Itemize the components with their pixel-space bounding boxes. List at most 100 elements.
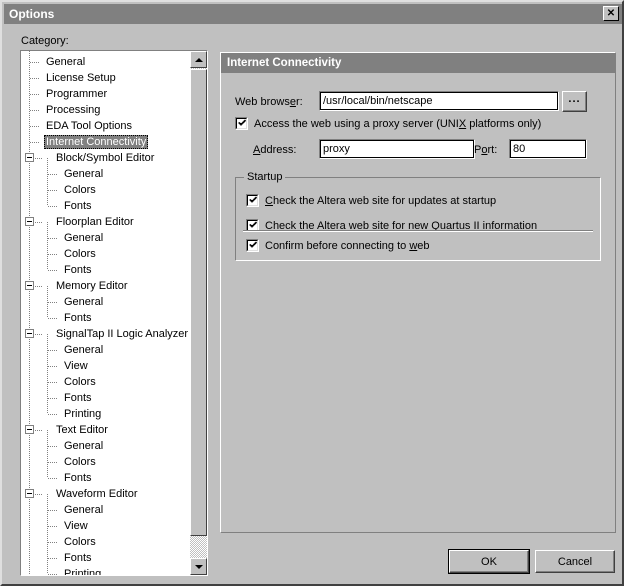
tree-connector-line [47,254,48,270]
tree-connector-line [48,350,58,351]
tree-item-processing[interactable]: Processing [21,102,191,118]
tree-connector-line [47,494,48,510]
cancel-button-label: Cancel [557,555,593,568]
tree-collapse-icon[interactable] [25,425,34,434]
tree-connector-line [30,78,40,79]
tree-connector-line [35,494,43,495]
tree-connector-line [30,62,40,63]
startup-separator [243,230,593,232]
proxy-address-input[interactable]: proxy [319,139,475,159]
tree-connector-line [47,222,48,238]
proxy-checkbox[interactable]: Access the web using a proxy server (UNI… [235,117,541,130]
tree-item-label: Fonts [64,472,92,484]
category-tree[interactable]: General License Setup Programmer Processing… [20,50,208,576]
tree-item-label: Printing [64,408,102,420]
tree-item-label: Internet Connectivity [44,135,149,149]
checkmark-icon [238,119,246,126]
tree-connector-line [48,446,58,447]
tree-connector-line [47,366,48,382]
tree-item-label: Colors [64,376,96,388]
tree-item-label: General [64,440,104,452]
category-tree-items: General License Setup Programmer Processing… [21,51,191,576]
tree-connector-line [48,302,58,303]
tree-item-printing[interactable]: Printing [21,558,191,576]
browse-button[interactable]: ... [562,91,587,112]
tree-connector-line [47,158,48,174]
scroll-up-arrow-icon[interactable] [190,51,207,68]
web-browser-label: Web browser: [235,96,303,108]
tree-collapse-icon[interactable] [25,329,34,338]
tree-scrollbar[interactable] [190,51,207,575]
checkmark-icon [249,196,257,203]
tree-item-label: Colors [64,456,96,468]
window-title: Options [9,7,55,21]
tree-item-label: EDA Tool Options [46,120,133,132]
ok-button[interactable]: OK [448,549,530,574]
web-browser-input[interactable]: /usr/local/bin/netscape [319,91,559,111]
startup-confirm-connect-label: Confirm before connecting to web [265,239,430,252]
tree-connector-line [48,190,58,191]
close-glyph: ✕ [606,7,616,19]
tree-collapse-icon[interactable] [25,489,34,498]
tree-scrollbar-thumb[interactable] [190,69,207,536]
tree-item-fonts[interactable]: Fonts [21,190,191,214]
tree-item-programmer[interactable]: Programmer [21,86,191,102]
checkbox-box-confirm-connect [246,239,259,252]
checkbox-box-proxy [235,117,248,130]
tree-item-label: Programmer [46,88,108,100]
tree-connector-line [48,254,58,255]
tree-connector-line [48,382,58,383]
startup-group-legend: Startup [244,171,286,183]
title-bar: Options ✕ [4,4,622,24]
tree-connector-line [35,430,43,431]
tree-connector-line [47,398,48,414]
tree-item-label: General [64,344,104,356]
tree-item-fonts[interactable]: Fonts [21,254,191,278]
cancel-button[interactable]: Cancel [535,550,615,573]
tree-item-label: Fonts [64,312,92,324]
arrow-down-glyph [194,564,203,569]
tree-connector-line [48,526,58,527]
tree-connector-line [35,286,43,287]
tree-item-label: Block/Symbol Editor [56,152,155,164]
arrow-up-glyph [194,57,203,62]
tree-connector-line [48,558,58,559]
tree-collapse-icon[interactable] [25,281,34,290]
tree-item-general[interactable]: General [21,54,191,70]
tree-connector-line [35,334,43,335]
tree-item-fonts[interactable]: Fonts [21,302,191,326]
checkmark-icon [249,241,257,248]
tree-item-fonts[interactable]: Fonts [21,462,191,486]
proxy-port-input[interactable]: 80 [509,139,587,159]
tree-item-label: SignalTap II Logic Analyzer [56,328,189,340]
category-label: Category: [21,35,69,47]
tree-item-label: Fonts [64,264,92,276]
tree-connector-line [47,382,48,398]
tree-item-printing[interactable]: Printing [21,398,191,422]
tree-connector-line [48,462,58,463]
tree-connector-line [48,318,58,319]
tree-item-label: General [46,56,86,68]
scroll-down-arrow-icon[interactable] [190,558,207,575]
tree-item-label: Text Editor [56,424,108,436]
settings-panel: Internet Connectivity Web browser: /usr/… [220,52,616,533]
panel-header: Internet Connectivity [221,53,615,73]
tree-collapse-icon[interactable] [25,153,34,162]
tree-connector-line [47,174,48,190]
close-icon[interactable]: ✕ [603,6,619,21]
startup-check-updates-checkbox[interactable]: Check the Altera web site for updates at… [246,194,496,207]
tree-item-label: Printing [64,568,102,576]
startup-confirm-connect-checkbox[interactable]: Confirm before connecting to web [246,239,430,252]
tree-connector-line [30,126,40,127]
tree-item-eda-tool-options[interactable]: EDA Tool Options [21,118,191,134]
tree-item-label: Fonts [64,200,92,212]
tree-item-label: View [64,360,88,372]
tree-item-label: General [64,232,104,244]
tree-connector-line [48,414,58,415]
browse-button-label: ... [568,93,581,105]
tree-connector-line [35,158,43,159]
tree-item-license-setup[interactable]: License Setup [21,70,191,86]
tree-collapse-icon[interactable] [25,217,34,226]
tree-item-label: Fonts [64,552,92,564]
tree-item-internet-connectivity[interactable]: Internet Connectivity [21,134,191,150]
